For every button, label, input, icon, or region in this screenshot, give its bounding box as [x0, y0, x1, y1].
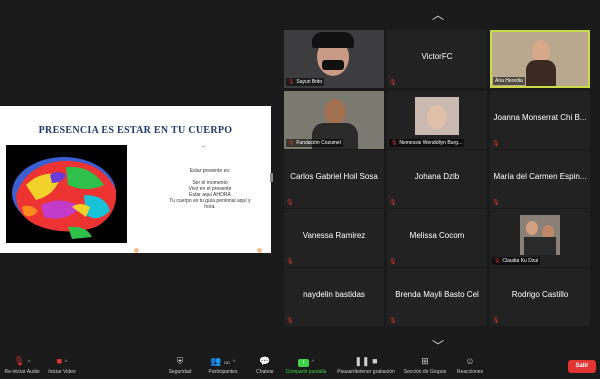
participants-icon: 👥 181 ^	[210, 356, 236, 366]
chat-button[interactable]: 💬 Chatear	[250, 356, 280, 375]
participant-name-label: 🎙 Nemessis Wendollyn Burg...	[389, 139, 465, 147]
mic-muted-icon: 🎙	[288, 140, 295, 146]
breakout-rooms-icon: ⊞	[421, 356, 429, 366]
participant-tile[interactable]: Vanessa Ramirez 🎙	[284, 209, 384, 267]
split-divider-handle[interactable]	[270, 173, 273, 182]
security-button[interactable]: ⛨ Seguridad	[164, 356, 196, 375]
mic-muted-icon: 🎙	[494, 258, 501, 264]
slide-dot	[257, 248, 262, 253]
chat-icon: 💬	[259, 356, 271, 366]
participant-tile[interactable]: Johana Dzib 🎙	[387, 150, 487, 208]
unmute-button[interactable]: 🎙 ^ Re-iniciar Audio	[2, 356, 42, 375]
participants-button[interactable]: 👥 181 ^ Participantes	[204, 356, 242, 375]
chevron-up-icon[interactable]: ^	[311, 360, 314, 366]
participant-tile[interactable]: Rodrigo Castillo 🎙	[490, 268, 590, 326]
participant-name: Vanessa Ramirez	[302, 231, 366, 240]
participant-name: VictorFC	[421, 52, 453, 61]
mic-muted-icon: 🎙	[286, 259, 294, 265]
mic-muted-icon: 🎙	[389, 259, 397, 265]
participant-name-label: 🎙 Fundación Cozumel	[286, 139, 343, 147]
participant-tile[interactable]: Joanna Monserrat Chi B... 🎙	[490, 91, 590, 149]
mic-muted-icon: 🎙	[288, 79, 295, 85]
participant-tile[interactable]: 🎙 Sayuri Brito	[284, 30, 384, 88]
mic-muted-icon: 🎙	[389, 80, 397, 86]
participant-tile[interactable]: naydelin bastidas 🎙	[284, 268, 384, 326]
slide-cursor-mark: ⌐	[202, 144, 206, 150]
brain-image	[6, 145, 127, 243]
slide-title: PRESENCIA ES ESTAR EN TU CUERPO	[38, 125, 233, 136]
video-off-icon: ■ ^	[56, 356, 68, 366]
shared-screen: PRESENCIA ES ESTAR EN TU CUERPO ⌐ Estar …	[0, 106, 271, 253]
smiley-icon: ☺	[465, 356, 475, 366]
scroll-down-chevron-icon[interactable]: ﹀	[431, 340, 445, 352]
participant-photo	[520, 215, 560, 255]
participant-name: Melissa Cocom	[409, 231, 465, 240]
participant-tile[interactable]: 🎙 Fundación Cozumel	[284, 91, 384, 149]
breakout-rooms-button[interactable]: ⊞ Sección de Grupos	[400, 356, 450, 375]
participant-name: Carlos Gabriel Hoil Sosa	[290, 172, 378, 181]
participants-count: 181	[223, 360, 231, 365]
reactions-button[interactable]: ☺ Reacciones	[452, 356, 488, 375]
participant-name: naydelin bastidas	[303, 290, 365, 299]
mic-muted-icon: 🎙	[286, 200, 294, 206]
participant-tile[interactable]: Brenda Mayli Basto Cel 🎙	[387, 268, 487, 326]
slide-dot	[134, 248, 139, 253]
mic-muted-icon: 🎙 ^	[13, 356, 31, 366]
participant-name: Rodrigo Castillo	[511, 290, 569, 299]
participant-photo	[415, 97, 459, 135]
participant-name-label: 🎙 Sayuri Brito	[286, 78, 325, 86]
mic-muted-icon: 🎙	[389, 200, 397, 206]
leave-button[interactable]: Salir	[568, 360, 596, 373]
share-screen-icon: ↑ ^	[282, 356, 330, 367]
participant-name: Brenda Mayli Basto Cel	[395, 290, 479, 299]
participant-name-label: Ana Heredia	[493, 77, 525, 85]
participant-name: María del Carmen Espin...	[493, 172, 587, 181]
share-screen-button[interactable]: ↑ ^ Compartir pantalla	[282, 356, 330, 375]
participant-tile[interactable]: Melissa Cocom 🎙	[387, 209, 487, 267]
participant-tile[interactable]: VictorFC 🎙	[387, 30, 487, 88]
chevron-up-icon[interactable]: ^	[65, 360, 68, 366]
scroll-up-chevron-icon[interactable]: ︿	[431, 9, 445, 21]
mic-muted-icon: 🎙	[286, 318, 294, 324]
participant-tile[interactable]: 🎙 Claudia Ku Dzul	[490, 209, 590, 267]
mic-muted-icon: 🎙	[492, 318, 500, 324]
participant-tile[interactable]: María del Carmen Espin... 🎙	[490, 150, 590, 208]
start-video-button[interactable]: ■ ^ Iniciar Video	[44, 356, 80, 375]
slide-text: Estar presente es: Ser el momento Vivir …	[160, 168, 260, 210]
meeting-toolbar: 🎙 ^ Re-iniciar Audio ■ ^ Iniciar Video ⛨…	[0, 355, 600, 379]
participant-tile[interactable]: Carlos Gabriel Hoil Sosa 🎙	[284, 150, 384, 208]
shield-icon: ⛨	[176, 356, 184, 366]
mic-muted-icon: 🎙	[389, 318, 397, 324]
mic-muted-icon: 🎙	[492, 141, 500, 147]
participant-tile[interactable]: 🎙 Nemessis Wendollyn Burg...	[387, 91, 487, 149]
participant-name: Joanna Monserrat Chi B...	[493, 113, 587, 122]
mic-muted-icon: 🎙	[492, 200, 500, 206]
record-pause-stop-button[interactable]: ❚❚ ■ Pausar/detener grabación	[334, 356, 398, 375]
participant-tile-active-speaker[interactable]: Ana Heredia	[490, 30, 590, 88]
mic-muted-icon: 🎙	[391, 140, 398, 146]
slide-line: hora.	[204, 204, 216, 210]
participant-name: Johana Dzib	[414, 172, 460, 181]
chevron-up-icon[interactable]: ^	[233, 360, 236, 366]
slide-intro: Estar presente es:	[189, 168, 231, 174]
pause-stop-icon: ❚❚ ■	[354, 356, 378, 366]
participant-name-label: 🎙 Claudia Ku Dzul	[492, 257, 541, 265]
chevron-up-icon[interactable]: ^	[28, 360, 31, 366]
